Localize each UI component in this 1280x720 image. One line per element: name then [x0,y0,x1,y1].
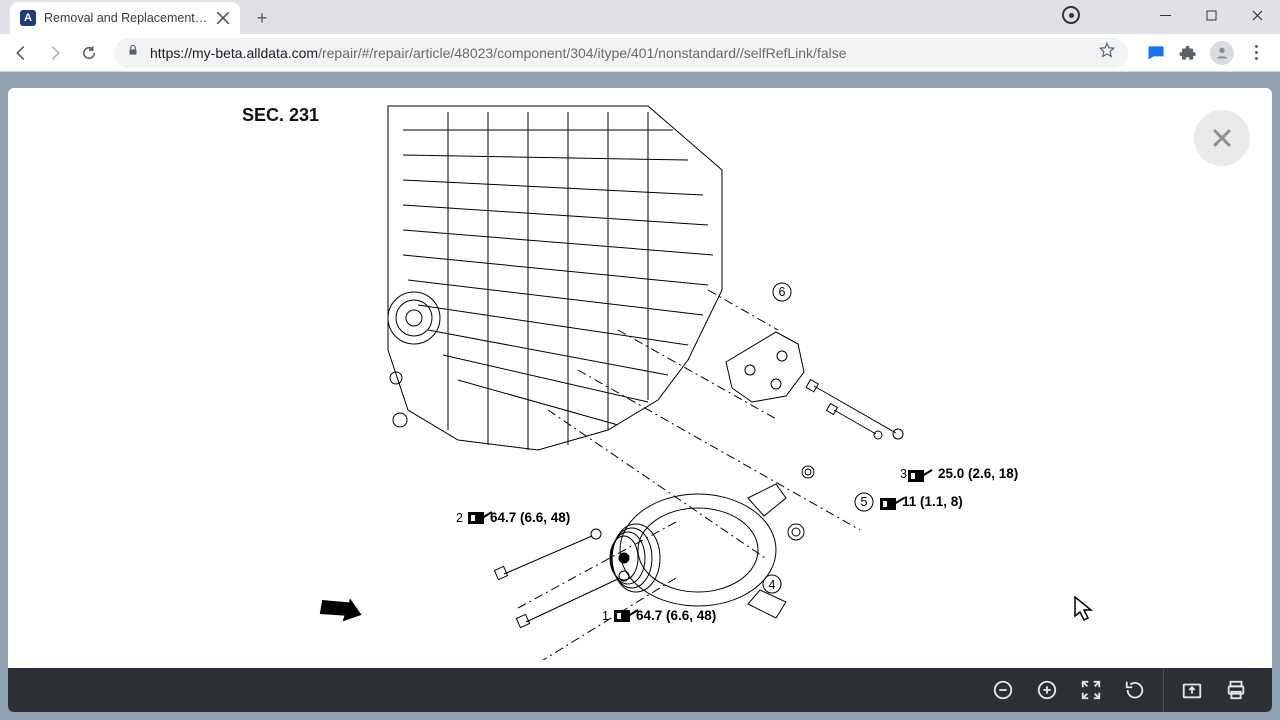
browser-tab-strip: A Removal and Replacement (Alte + [0,0,1280,34]
lock-icon [126,43,140,62]
kebab-menu-icon[interactable] [1246,43,1266,63]
bookmark-star-icon[interactable] [1098,41,1116,64]
mouse-cursor-icon [1074,596,1096,622]
zoom-out-button[interactable] [981,668,1025,712]
fit-screen-button[interactable] [1069,668,1113,712]
forward-button[interactable] [40,38,70,68]
callout-1-num: 1 [602,609,609,623]
callout-4-num: 4 [769,578,776,592]
print-button[interactable] [1214,668,1258,712]
profile-switcher-icon[interactable] [1062,6,1080,24]
image-viewer: SEC. 231 [8,88,1272,712]
window-minimize-button[interactable] [1142,0,1188,30]
callout-2-torque: 64.7 (6.6, 48) [490,510,570,525]
page-background: SEC. 231 [0,80,1280,720]
zoom-in-button[interactable] [1025,668,1069,712]
rotate-button[interactable] [1113,668,1157,712]
tab-title: Removal and Replacement (Alte [44,11,208,25]
back-button[interactable] [6,38,36,68]
close-viewer-button[interactable] [1194,110,1250,166]
extension-chat-icon[interactable] [1146,43,1166,63]
window-close-button[interactable] [1234,0,1280,30]
tab-favicon: A [20,10,36,26]
window-maximize-button[interactable] [1188,0,1234,30]
callout-1-torque: 64.7 (6.6, 48) [636,608,716,623]
url-text: https://my-beta.alldata.com/repair/#/rep… [150,45,847,61]
tab-close-icon[interactable] [216,11,230,25]
callout-5-num: 5 [861,495,868,509]
viewer-bottom-toolbar [8,668,1272,712]
reload-button[interactable] [74,38,104,68]
callout-3-num: 3 [900,467,907,481]
callout-6-num: 6 [779,285,786,299]
exploded-diagram[interactable]: 6 3 25.0 (2.6, 18) 5 11 (1.1, 8) 4 2 64.… [308,100,1028,660]
callout-5-torque: 11 (1.1, 8) [902,494,963,509]
extensions-puzzle-icon[interactable] [1178,43,1198,63]
browser-toolbar: https://my-beta.alldata.com/repair/#/rep… [0,34,1280,72]
callout-2-num: 2 [456,511,463,525]
new-tab-button[interactable]: + [248,4,276,32]
callout-3-torque: 25.0 (2.6, 18) [938,466,1018,481]
address-bar[interactable]: https://my-beta.alldata.com/repair/#/rep… [114,38,1128,68]
browser-tab[interactable]: A Removal and Replacement (Alte [10,2,240,34]
user-avatar-button[interactable] [1210,41,1234,65]
open-new-window-button[interactable] [1170,668,1214,712]
